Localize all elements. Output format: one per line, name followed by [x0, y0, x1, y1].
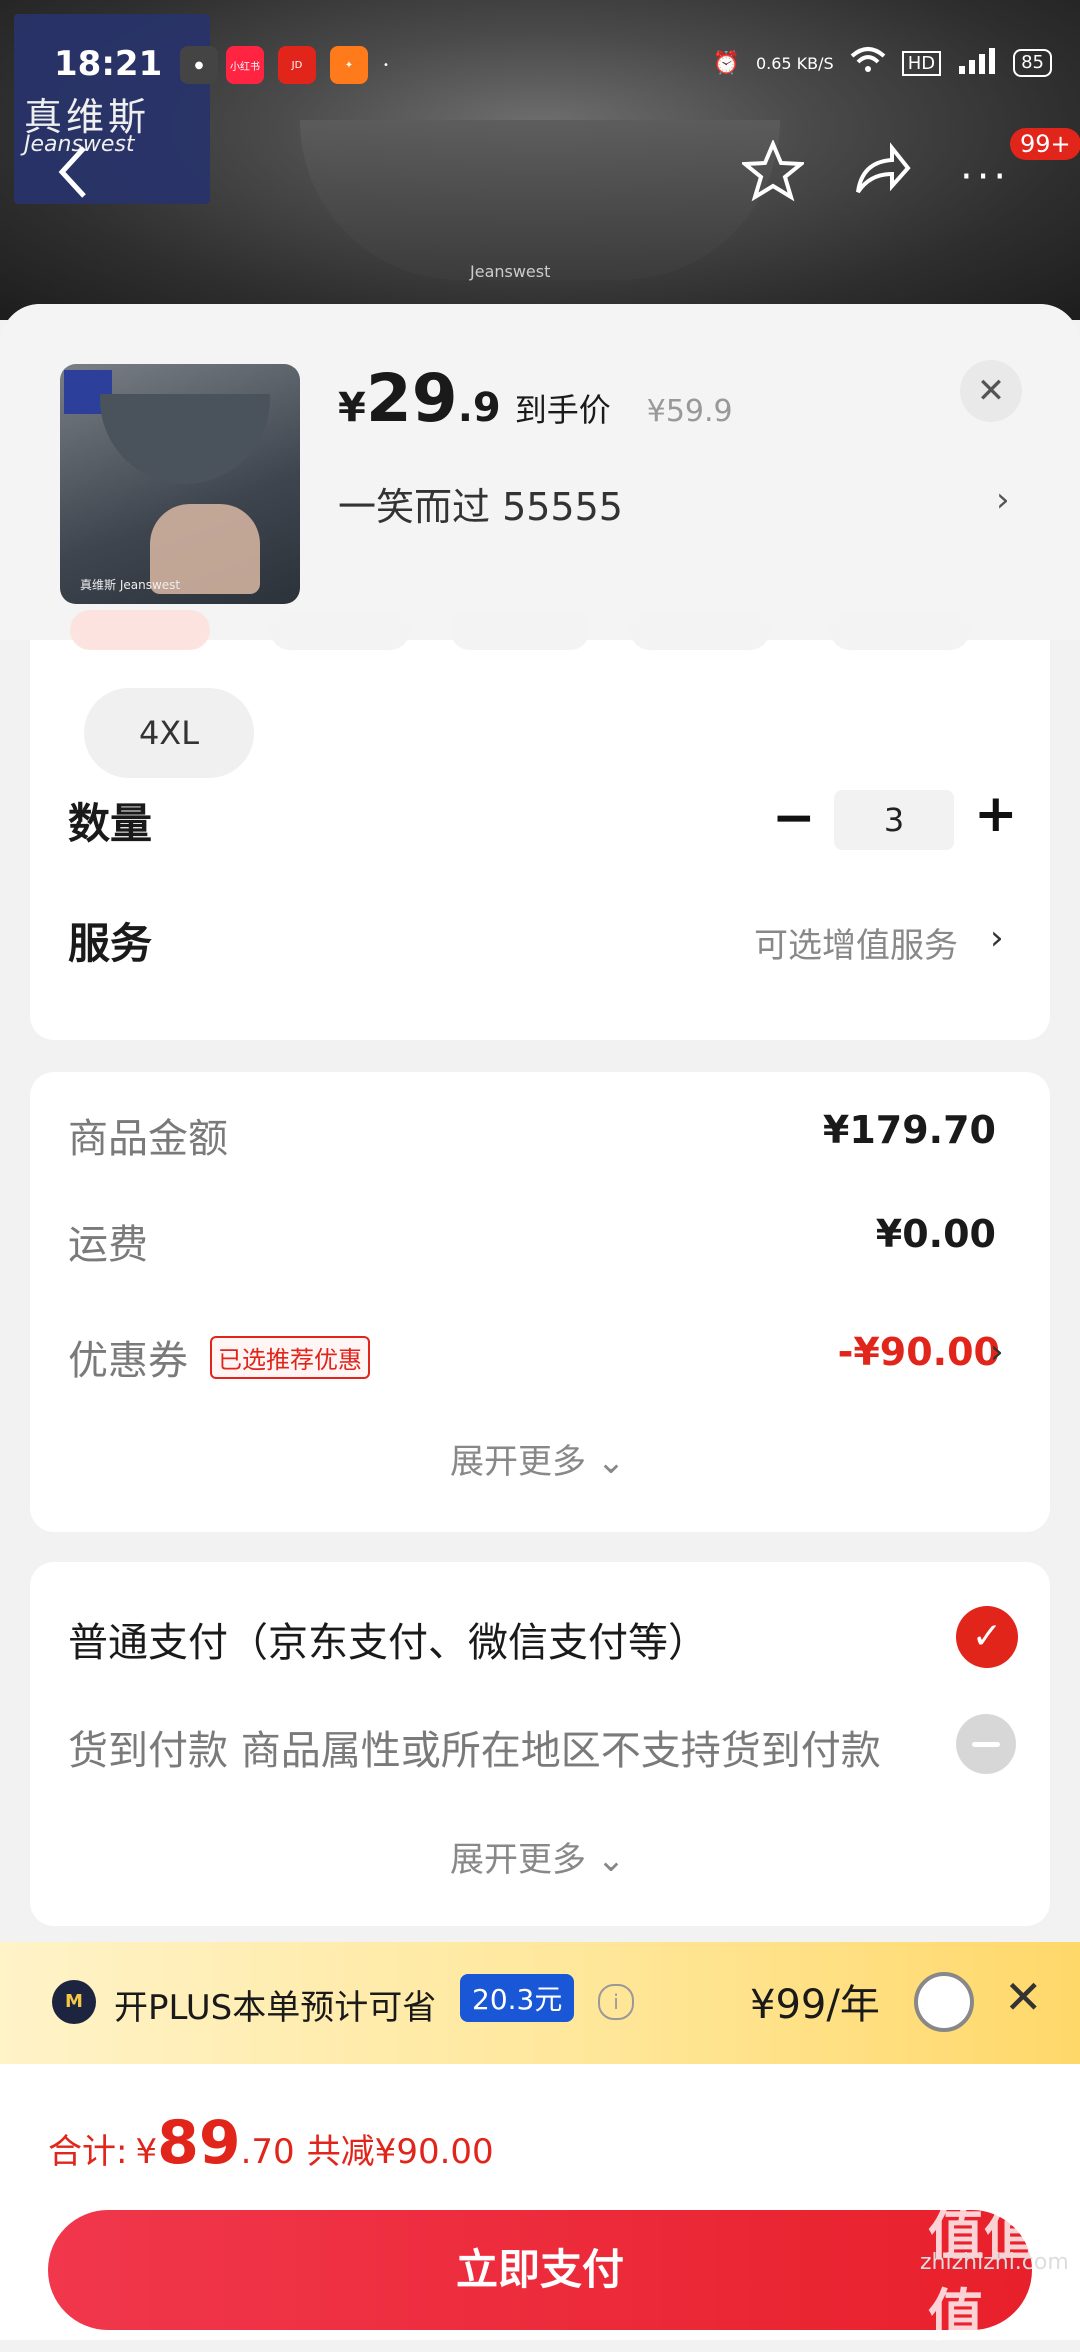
thumb-collar [100, 394, 270, 484]
size-chip-ghost[interactable] [450, 610, 590, 650]
payment-cod-disabled-icon [956, 1714, 1016, 1774]
dot-icon: • [383, 59, 389, 71]
size-chip-selected-ghost[interactable] [70, 610, 210, 650]
selected-variant[interactable]: 一笑而过 55555 [338, 476, 623, 531]
coupon-tag: 已选推荐优惠 [210, 1336, 370, 1379]
message-badge: 99+ [1010, 128, 1080, 160]
summary-expand-more[interactable]: 展开更多 ⌄ [450, 1434, 625, 1483]
plus-promo-bar[interactable]: M 开PLUS本单预计可省 20.3元 i ¥99/年 ✕ [0, 1942, 1080, 2064]
quantity-plus-button[interactable]: + [974, 784, 1018, 844]
plus-crown-icon: M [52, 1980, 96, 2024]
size-chip-4xl[interactable]: 4XL [84, 688, 254, 778]
pay-now-button[interactable]: 立即支付 [48, 2210, 1032, 2330]
signal-icon [957, 46, 997, 80]
variant-chevron-icon[interactable]: › [996, 480, 1010, 520]
watermark-site: zhizhizhi.com [920, 2250, 1069, 2275]
service-hint[interactable]: 可选增值服务 [754, 918, 958, 967]
service-chevron-icon[interactable]: › [990, 918, 1004, 958]
favorite-star-icon[interactable] [739, 138, 807, 206]
network-speed: 0.65 KB/S [755, 53, 834, 73]
coupon-label: 优惠券 [68, 1338, 188, 1384]
size-chip-ghost[interactable] [270, 610, 410, 650]
service-label: 服务 [68, 919, 153, 968]
status-time: 18:21 [54, 44, 163, 84]
price-decimal: .9 [457, 385, 501, 431]
battery-indicator: 85 [1013, 49, 1052, 77]
payment-normal-check-icon[interactable]: ✓ [956, 1606, 1018, 1668]
quantity-label: 数量 [68, 799, 153, 848]
coupon-chevron-icon[interactable]: › [990, 1332, 1004, 1372]
total-label: 合计: [48, 2132, 128, 2172]
goods-amount-value: ¥179.70 [822, 1108, 996, 1152]
total-saved: 共减¥90.00 [306, 2132, 494, 2172]
size-chip-ghost[interactable] [630, 610, 770, 650]
plus-radio-toggle[interactable] [914, 1972, 974, 2032]
close-button[interactable]: ✕ [960, 360, 1022, 422]
product-thumbnail[interactable]: 真维斯 Jeanswest [60, 364, 300, 604]
shipping-value: ¥0.00 [875, 1212, 996, 1256]
thumb-brand-text: 真维斯 Jeanswest [80, 578, 181, 592]
goods-amount-label: 商品金额 [68, 1116, 228, 1162]
original-price: ¥59.9 [646, 394, 733, 429]
hd-icon: HD [901, 50, 942, 76]
price-label: 到手价 [514, 391, 611, 429]
plus-close-icon[interactable]: ✕ [1004, 1970, 1043, 2024]
payment-normal-label[interactable]: 普通支付（京东支付、微信支付等） [68, 1610, 708, 1668]
jd-icon: JD [278, 46, 316, 84]
plus-price: ¥99/年 [750, 1982, 880, 2028]
checkout-footer: 合计: ¥ 89 .70 共减¥90.00 立即支付 [0, 2064, 1080, 2340]
app-icon: ✦ [330, 46, 368, 84]
price-currency: ¥ [338, 385, 366, 431]
size-chip-ghost[interactable] [830, 610, 970, 650]
quantity-minus-button[interactable]: − [772, 788, 816, 848]
status-bar: 18:21 ● 小红书 JD ✦ • ⏰ 0.65 KB/S HD 85 [0, 40, 1080, 90]
xiaohongshu-icon: 小红书 [226, 46, 264, 84]
sheet-header: 真维斯 Jeanswest ¥ 29 .9 到手价 ¥59.9 ✕ 一笑而过 5… [0, 304, 1080, 640]
alarm-icon: ⏰ [712, 50, 740, 76]
price-row: ¥ 29 .9 到手价 ¥59.9 [338, 360, 733, 437]
coupon-value[interactable]: -¥90.00 [790, 1330, 1000, 1374]
payment-cod-label: 货到付款 商品属性或所在地区不支持货到付款 [68, 1728, 881, 1774]
plus-saving-badge: 20.3元 [460, 1974, 575, 2022]
total-decimal: .70 [240, 2132, 295, 2172]
total-integer: 89 [157, 2108, 241, 2178]
payment-method-card: 普通支付（京东支付、微信支付等） ✓ 货到付款 商品属性或所在地区不支持货到付款… [30, 1562, 1050, 1926]
plus-promo-text: 开PLUS本单预计可省 [114, 1988, 437, 2028]
quantity-input[interactable]: 3 [834, 790, 954, 850]
more-icon[interactable]: ··· [960, 154, 1010, 200]
product-tag: Jeanswest [470, 262, 551, 281]
total-amount: 合计: ¥ 89 .70 共减¥90.00 [48, 2108, 494, 2178]
total-currency: ¥ [135, 2132, 158, 2172]
status-right-icons: ⏰ 0.65 KB/S HD 85 [713, 46, 1052, 80]
shirt-collar-graphic [300, 120, 780, 280]
share-icon[interactable] [852, 142, 912, 202]
price-integer: 29 [365, 360, 458, 437]
payment-expand-more[interactable]: 展开更多 ⌄ [450, 1832, 625, 1881]
wechat-icon: ● [180, 46, 218, 84]
order-summary-card: 商品金额 ¥179.70 运费 ¥0.00 优惠券 已选推荐优惠 -¥90.00… [30, 1072, 1050, 1532]
info-icon[interactable]: i [598, 1984, 634, 2020]
wifi-icon [850, 46, 886, 80]
spec-card: 4XL 数量 − 3 + 服务 可选增值服务 › [30, 610, 1050, 1040]
back-icon[interactable] [54, 144, 94, 204]
shipping-label: 运费 [68, 1222, 148, 1268]
